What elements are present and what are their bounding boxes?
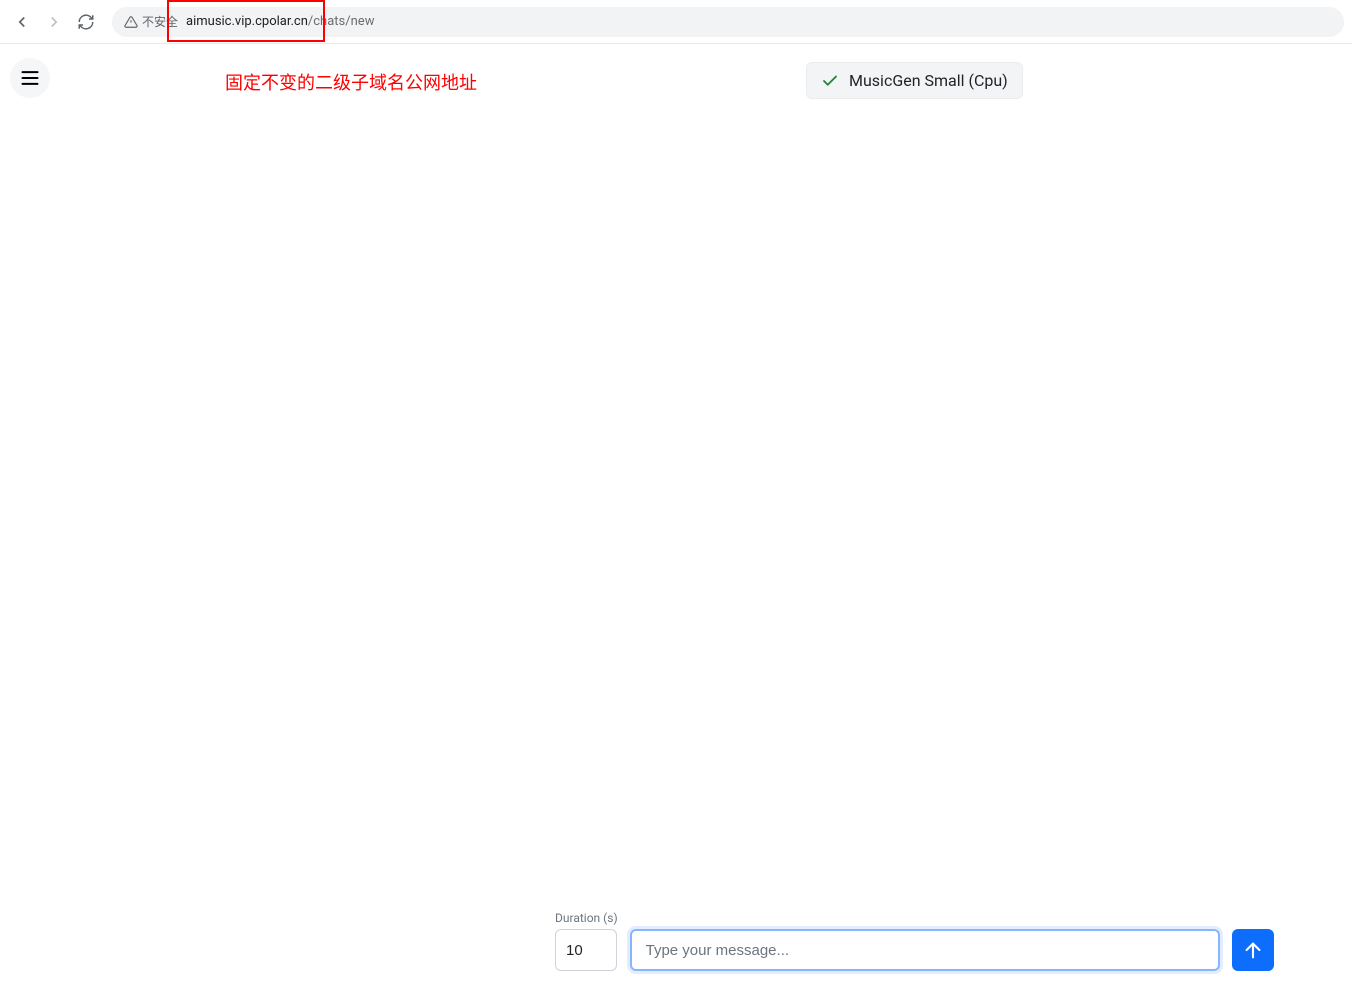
back-button[interactable] — [8, 8, 36, 36]
composer-row: Duration (s) — [555, 911, 1274, 971]
browser-toolbar: 不安全 aimusic.vip.cpolar.cn/chats/new — [0, 0, 1352, 44]
menu-button[interactable] — [10, 58, 50, 98]
annotation-text: 固定不变的二级子域名公网地址 — [225, 69, 477, 95]
url-domain: aimusic.vip.cpolar.cn — [186, 14, 308, 29]
not-secure-label: 不安全 — [142, 13, 178, 30]
duration-label: Duration (s) — [555, 911, 618, 925]
duration-input[interactable] — [555, 929, 617, 971]
warning-triangle-icon — [124, 15, 138, 29]
duration-field-wrap: Duration (s) — [555, 911, 618, 971]
send-button[interactable] — [1232, 929, 1274, 971]
security-indicator[interactable]: 不安全 — [124, 13, 178, 30]
page-content: 固定不变的二级子域名公网地址 MusicGen Small (Cpu) Dura… — [0, 44, 1352, 991]
hamburger-icon — [20, 69, 40, 87]
arrow-left-icon — [13, 13, 31, 31]
model-status-badge[interactable]: MusicGen Small (Cpu) — [806, 62, 1023, 99]
reload-button[interactable] — [72, 8, 100, 36]
url-path: /chats/new — [308, 14, 375, 29]
model-name-label: MusicGen Small (Cpu) — [849, 71, 1008, 90]
address-bar[interactable]: 不安全 aimusic.vip.cpolar.cn/chats/new — [112, 7, 1344, 37]
message-input[interactable] — [630, 929, 1220, 971]
reload-icon — [77, 13, 95, 31]
forward-button[interactable] — [40, 8, 68, 36]
arrow-right-icon — [45, 13, 63, 31]
check-icon — [821, 72, 839, 90]
url-text: aimusic.vip.cpolar.cn/chats/new — [186, 14, 374, 29]
arrow-up-icon — [1242, 939, 1264, 961]
